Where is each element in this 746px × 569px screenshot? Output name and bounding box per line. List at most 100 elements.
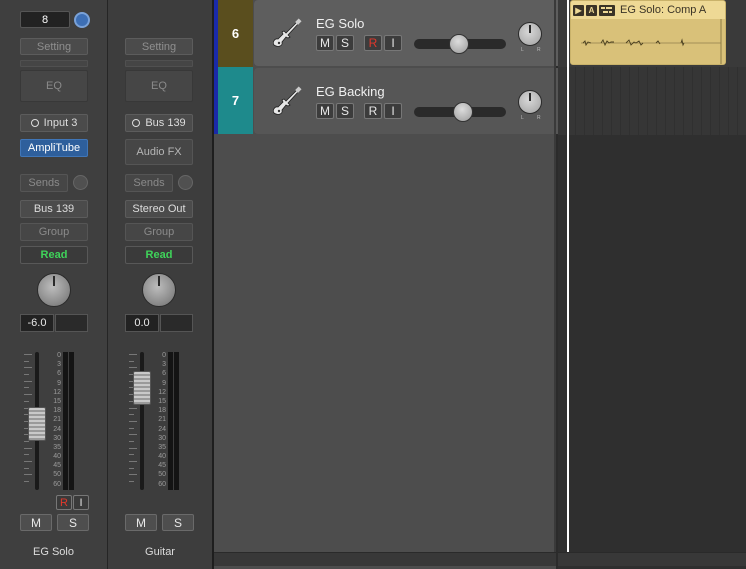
fader-scale: 0 3 6 9 12 15 18 21 24 30 35 40 45 50 60 (152, 352, 166, 490)
fader-scale-label: 45 (158, 462, 166, 470)
knob-indicator (529, 93, 531, 101)
track-volume-thumb[interactable] (453, 102, 473, 122)
automation-mode-button[interactable]: Read (125, 246, 193, 264)
fader-scale-label: 24 (158, 425, 166, 433)
level-meter-right (69, 352, 74, 490)
track-input-monitor-button[interactable]: I (384, 103, 402, 119)
group-button[interactable]: Group (20, 223, 88, 241)
track-pan-knob[interactable] (518, 22, 542, 46)
play-icon[interactable]: ▶ (573, 4, 584, 16)
setting-button[interactable]: Setting (20, 38, 88, 55)
track-input-monitor-button[interactable]: I (384, 35, 402, 51)
peak-level-field (160, 314, 193, 332)
electric-guitar-icon (272, 18, 302, 47)
mute-button[interactable]: M (125, 514, 157, 531)
audio-fx-slot[interactable]: Audio FX (125, 139, 193, 165)
comp-icon[interactable] (599, 4, 615, 16)
sends-button[interactable]: Sends (125, 174, 173, 192)
eq-display[interactable]: EQ (125, 70, 193, 102)
pan-right-label: R (537, 47, 541, 53)
take-a-icon[interactable]: A (586, 4, 597, 16)
fader-scale-label: 0 (57, 352, 61, 359)
volume-value-field[interactable]: -6.0 (20, 314, 54, 332)
playhead[interactable] (567, 0, 569, 552)
send-knob-icon[interactable] (178, 175, 193, 190)
effects-slot-empty[interactable] (125, 60, 193, 67)
knob-indicator (53, 276, 55, 286)
track-record-button[interactable]: R (364, 35, 382, 51)
channel-strip-guitar: Setting EQ Bus 139 Audio FX Sends Stereo… (108, 0, 212, 569)
setting-button[interactable]: Setting (125, 38, 193, 55)
peak-level-field (55, 314, 88, 332)
mute-button[interactable]: M (20, 514, 52, 531)
fader-scale-label: 6 (162, 370, 166, 378)
track-mute-button[interactable]: M (316, 35, 334, 51)
waveform-graphic (581, 19, 722, 64)
input-button[interactable]: Bus 139 (125, 114, 193, 132)
sends-button[interactable]: Sends (20, 174, 68, 192)
knob-indicator (158, 276, 160, 286)
logic-window: 8 Setting EQ Input 3 AmpliTube Sends Bus… (0, 0, 746, 569)
input-button[interactable]: Input 3 (20, 114, 88, 132)
fader-scale-label: 18 (53, 407, 61, 415)
fader-scale-label: 30 (53, 434, 61, 442)
pan-knob[interactable] (37, 273, 71, 307)
input-gain-icon[interactable] (74, 12, 90, 28)
send-knob-icon[interactable] (73, 175, 88, 190)
input-circle-icon (132, 119, 141, 127)
automation-mode-button[interactable]: Read (20, 246, 88, 264)
channel-name[interactable]: EG Solo (0, 546, 107, 558)
fader-scale-label: 35 (158, 443, 166, 451)
track-number[interactable]: 6 (218, 0, 253, 67)
group-button[interactable]: Group (125, 223, 193, 241)
plugin-slot-amplitube[interactable]: AmpliTube (20, 139, 88, 157)
output-button[interactable]: Stereo Out (125, 200, 193, 218)
channel-number-field[interactable]: 8 (20, 11, 70, 28)
audio-region-eg-solo-comp-a[interactable]: ▶ A EG Solo: Comp A (570, 0, 726, 65)
arrange-scrollbar[interactable] (558, 552, 746, 566)
fader-scale-label: 60 (53, 480, 61, 488)
track-lane-7[interactable] (558, 67, 746, 135)
arrange-area[interactable]: ▶ A EG Solo: Comp A (558, 0, 746, 569)
track-mute-button[interactable]: M (316, 103, 334, 119)
region-waveform (571, 19, 725, 64)
track-name[interactable]: EG Backing (316, 84, 385, 99)
fader-scale-label: 12 (53, 388, 61, 396)
track-volume-thumb[interactable] (449, 34, 469, 54)
comp-bars-icon (601, 7, 612, 13)
track-pan-knob[interactable] (518, 90, 542, 114)
track-list-scrollbar[interactable] (214, 552, 556, 566)
pan-knob[interactable] (142, 273, 176, 307)
fader-scale-label: 6 (57, 370, 61, 378)
input-monitor-button[interactable]: I (73, 495, 89, 510)
fader-scale-label: 3 (57, 361, 61, 369)
track-record-button[interactable]: R (364, 103, 382, 119)
fader-scale-label: 9 (57, 379, 61, 387)
fader-scale-label: 12 (158, 388, 166, 396)
channel-name[interactable]: Guitar (108, 546, 212, 558)
track-number[interactable]: 7 (218, 67, 253, 134)
fader-scale-label: 21 (158, 416, 166, 424)
volume-value-field[interactable]: 0.0 (125, 314, 159, 332)
fader-scale-label: 15 (53, 397, 61, 405)
output-button[interactable]: Bus 139 (20, 200, 88, 218)
solo-button[interactable]: S (162, 514, 194, 531)
level-meter-right (174, 352, 179, 490)
track-solo-button[interactable]: S (336, 103, 354, 119)
volume-fader-cap[interactable] (28, 407, 46, 441)
fader-scale-label: 45 (53, 462, 61, 470)
eq-display[interactable]: EQ (20, 70, 88, 102)
track-name[interactable]: EG Solo (316, 16, 364, 31)
track-solo-button[interactable]: S (336, 35, 354, 51)
track-header[interactable]: EG Solo M S R I L R (254, 0, 558, 66)
fader-scale-label: 18 (158, 407, 166, 415)
track-list: 6 EG Solo M S R I L R 7 EG Backing M S R… (214, 0, 558, 569)
track-header[interactable]: EG Backing M S R I L R (254, 68, 558, 134)
solo-button[interactable]: S (57, 514, 89, 531)
input-circle-icon (30, 119, 39, 127)
volume-fader-cap[interactable] (133, 371, 151, 405)
record-enable-button[interactable]: R (56, 495, 72, 510)
region-header[interactable]: ▶ A EG Solo: Comp A (571, 1, 725, 19)
effects-slot-empty[interactable] (20, 60, 88, 67)
fader-scale-label: 50 (158, 471, 166, 479)
